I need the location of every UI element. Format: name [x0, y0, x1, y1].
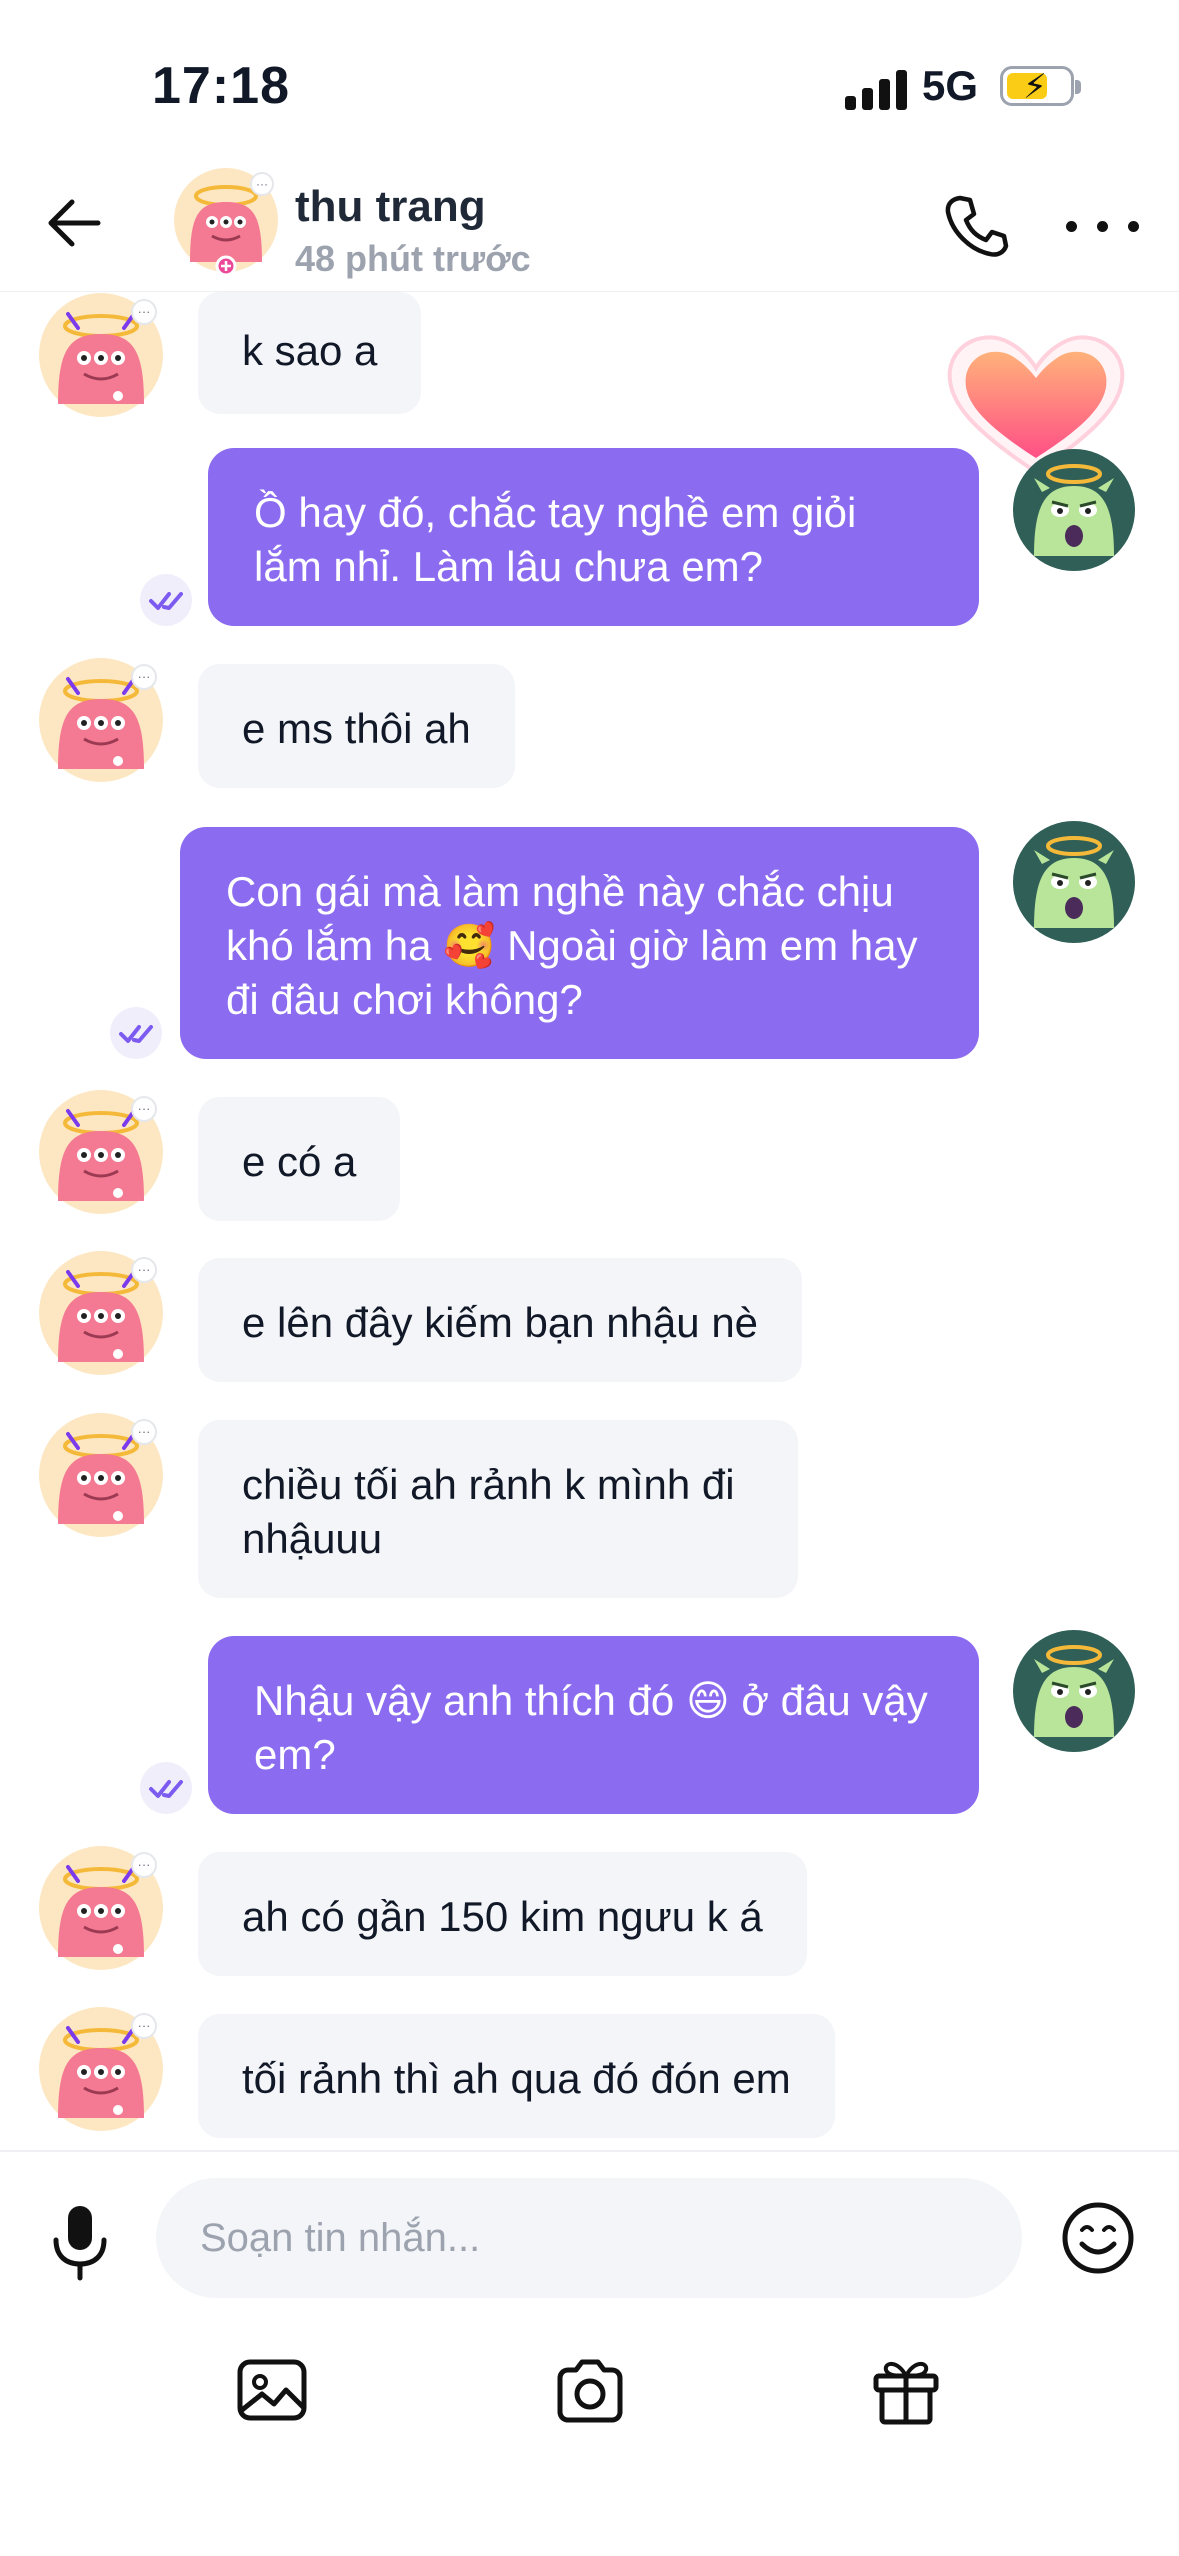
- contact-avatar[interactable]: [38, 1089, 164, 1215]
- emoji-icon[interactable]: [1060, 2200, 1136, 2276]
- incoming-message[interactable]: tối rảnh thì ah qua đó đón em: [198, 2014, 835, 2138]
- network-type: 5G: [922, 62, 979, 109]
- incoming-message[interactable]: e lên đây kiếm bạn nhậu nè: [198, 1258, 803, 1382]
- message-list[interactable]: ··· k sao a: [0, 292, 1179, 2150]
- incoming-message[interactable]: k sao a: [198, 292, 422, 414]
- last-seen-status: 48 phút trước: [295, 238, 531, 279]
- contact-avatar[interactable]: [38, 292, 164, 418]
- gallery-icon[interactable]: [234, 2352, 310, 2428]
- contact-avatar[interactable]: [38, 657, 164, 783]
- incoming-message[interactable]: ah có gần 150 kim ngưu k á: [198, 1852, 807, 1976]
- composer: [0, 2150, 1179, 2556]
- outgoing-message[interactable]: Nhậu vậy anh thích đó 😄 ở đâu vậy em?: [208, 1636, 979, 1814]
- outgoing-message[interactable]: Ồ hay đó, chắc tay nghề em giỏi lắm nhỉ.…: [208, 448, 979, 626]
- battery-icon: ⚡: [1000, 66, 1081, 106]
- message-input[interactable]: [156, 2178, 1022, 2298]
- microphone-icon[interactable]: [48, 2202, 112, 2282]
- contact-avatar[interactable]: [38, 1412, 164, 1538]
- double-check-icon: [110, 1007, 162, 1059]
- double-check-icon: [140, 574, 192, 626]
- double-check-icon: [140, 1762, 192, 1814]
- my-avatar: [1012, 820, 1136, 944]
- more-dots-icon[interactable]: [1066, 216, 1140, 236]
- incoming-message[interactable]: e ms thôi ah: [198, 664, 515, 788]
- arrow-left-icon[interactable]: [40, 188, 110, 258]
- outgoing-message[interactable]: Con gái mà làm nghề này chắc chịu khó lắ…: [180, 827, 979, 1059]
- my-avatar: [1012, 448, 1136, 572]
- svg-text:···: ···: [256, 177, 268, 191]
- gift-icon[interactable]: [868, 2352, 944, 2428]
- contact-avatar[interactable]: ···: [172, 166, 280, 274]
- camera-icon[interactable]: [552, 2352, 628, 2428]
- status-bar: 17:18 5G ⚡: [0, 0, 1179, 160]
- status-time: 17:18: [152, 57, 290, 115]
- contact-avatar[interactable]: [38, 1845, 164, 1971]
- incoming-message[interactable]: chiều tối ah rảnh k mình đi nhậuuu: [198, 1420, 798, 1598]
- my-avatar: [1012, 1629, 1136, 1753]
- chat-header: ··· thu trang 48 phút trước: [0, 160, 1179, 292]
- signal-icon: [845, 70, 907, 110]
- attachment-toolbar: [0, 2352, 1179, 2462]
- contact-avatar[interactable]: [38, 1250, 164, 1376]
- contact-avatar[interactable]: [38, 2006, 164, 2132]
- phone-icon[interactable]: [940, 190, 1012, 262]
- contact-name[interactable]: thu trang: [295, 182, 486, 232]
- incoming-message[interactable]: e có a: [198, 1097, 401, 1221]
